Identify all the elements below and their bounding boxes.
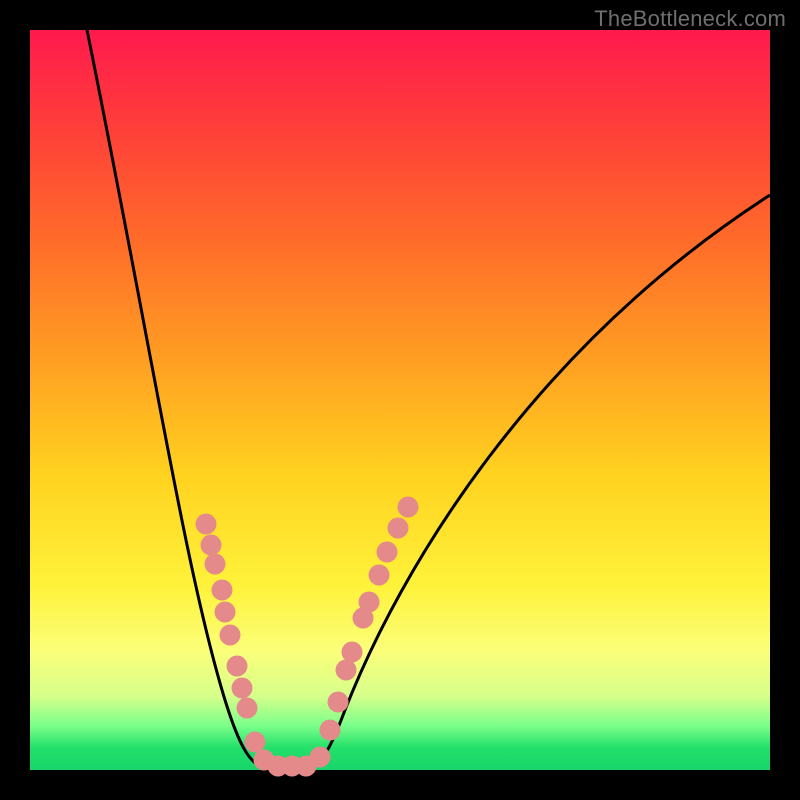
data-point <box>205 554 226 575</box>
data-point <box>212 580 233 601</box>
plot-area <box>30 30 770 770</box>
data-point <box>342 642 363 663</box>
data-point <box>201 535 222 556</box>
data-point <box>196 514 217 535</box>
data-point <box>359 592 380 613</box>
data-point <box>215 602 236 623</box>
data-point <box>237 698 258 719</box>
chart-frame: TheBottleneck.com <box>0 0 800 800</box>
data-point <box>227 656 248 677</box>
data-point <box>388 518 409 539</box>
data-point <box>328 692 349 713</box>
data-point <box>310 747 331 768</box>
v-curve <box>30 30 770 770</box>
data-point <box>369 565 390 586</box>
data-point <box>220 625 241 646</box>
data-point <box>398 497 419 518</box>
data-point <box>336 660 357 681</box>
watermark-text: TheBottleneck.com <box>594 6 786 32</box>
data-point <box>232 678 253 699</box>
data-point <box>377 542 398 563</box>
data-point <box>320 720 341 741</box>
